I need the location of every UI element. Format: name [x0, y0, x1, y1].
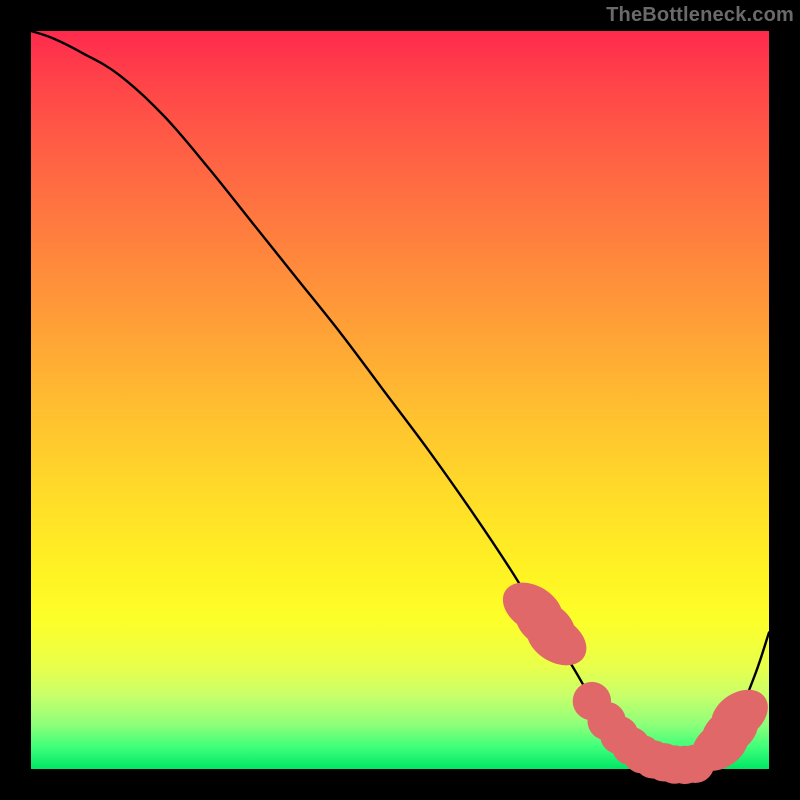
watermark-text: TheBottleneck.com	[606, 4, 794, 27]
bottleneck-curve	[31, 31, 769, 766]
chart-root: TheBottleneck.com	[0, 0, 800, 800]
curve-markers	[494, 572, 778, 784]
curve-svg	[31, 31, 769, 769]
plot-area	[31, 31, 769, 769]
